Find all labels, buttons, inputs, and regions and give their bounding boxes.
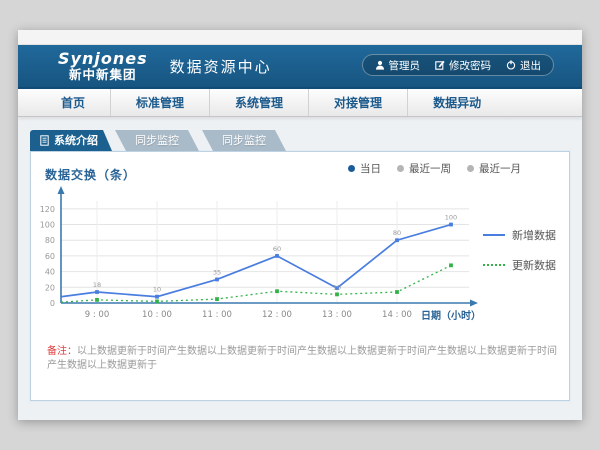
filter-last-month-label: 最近一月 bbox=[479, 161, 521, 176]
change-password-label: 修改密码 bbox=[449, 58, 491, 73]
svg-text:80: 80 bbox=[393, 229, 401, 237]
svg-text:10 : 00: 10 : 00 bbox=[142, 310, 172, 320]
legend-label-update-data: 更新数据 bbox=[512, 257, 556, 273]
user-menu-admin-label: 管理员 bbox=[389, 58, 421, 73]
svg-text:100: 100 bbox=[40, 221, 55, 230]
footnote-text: 以上数据更新于时间产生数据以上数据更新于时间产生数据以上数据更新于时间产生数据以… bbox=[47, 346, 557, 371]
page-title: 数据资源中心 bbox=[170, 56, 272, 77]
document-icon bbox=[40, 135, 49, 146]
svg-text:14 : 00: 14 : 00 bbox=[382, 310, 412, 320]
radio-dot bbox=[467, 165, 474, 172]
tab-system-intro-label: 系统介绍 bbox=[54, 130, 98, 151]
nav-item-standard-mgmt[interactable]: 标准管理 bbox=[111, 89, 210, 116]
content-area: 系统介绍 同步监控 同步监控 当日 最近一周 最近一月 数据交换 bbox=[18, 117, 582, 401]
user-menu-admin[interactable]: 管理员 bbox=[375, 58, 421, 73]
user-icon bbox=[375, 60, 385, 70]
filter-last-week[interactable]: 最近一周 bbox=[397, 161, 451, 176]
logo-subtext: 新中新集团 bbox=[58, 69, 148, 82]
svg-text:9 : 00: 9 : 00 bbox=[85, 310, 110, 320]
svg-text:日期（小时）: 日期（小时） bbox=[421, 309, 481, 322]
page-top-strip bbox=[18, 30, 582, 45]
legend-item-new-data[interactable]: 新增数据 bbox=[483, 227, 569, 243]
chart-area: 0 20 40 60 80 100 120 9 : 00 10 : 00 11 : 00 12 : … bbox=[31, 183, 569, 335]
nav-item-interface-mgmt[interactable]: 对接管理 bbox=[309, 89, 408, 116]
footnote: 备注：以上数据更新于时间产生数据以上数据更新于时间产生数据以上数据更新于时间产生… bbox=[47, 345, 559, 373]
filter-today-label: 当日 bbox=[360, 161, 381, 176]
filter-last-week-label: 最近一周 bbox=[409, 161, 451, 176]
user-menu: 管理员 修改密码 退出 bbox=[362, 54, 555, 76]
svg-text:60: 60 bbox=[273, 245, 281, 253]
tab-bar: 系统介绍 同步监控 同步监控 bbox=[30, 130, 582, 151]
svg-text:35: 35 bbox=[213, 268, 221, 276]
legend-item-update-data[interactable]: 更新数据 bbox=[483, 257, 569, 273]
radio-dot-selected bbox=[348, 165, 355, 172]
svg-text:13 : 00: 13 : 00 bbox=[322, 310, 352, 320]
app-window: Synjones 新中新集团 数据资源中心 管理员 修改密码 退出 首页 标准管… bbox=[18, 30, 582, 420]
svg-text:10: 10 bbox=[153, 286, 161, 294]
legend-label-new-data: 新增数据 bbox=[512, 227, 556, 243]
nav-item-system-mgmt[interactable]: 系统管理 bbox=[210, 89, 309, 116]
legend-line-solid bbox=[483, 234, 505, 236]
app-header: Synjones 新中新集团 数据资源中心 管理员 修改密码 退出 bbox=[18, 45, 582, 89]
svg-text:11 : 00: 11 : 00 bbox=[202, 310, 232, 320]
chart-legend: 新增数据 更新数据 bbox=[483, 183, 569, 335]
tab-sync-monitor-1[interactable]: 同步监控 bbox=[115, 130, 199, 151]
change-password-button[interactable]: 修改密码 bbox=[435, 58, 491, 73]
nav-item-home[interactable]: 首页 bbox=[36, 89, 111, 116]
edit-icon bbox=[435, 60, 445, 70]
power-icon bbox=[506, 60, 516, 70]
legend-line-dotted bbox=[483, 264, 505, 266]
radio-dot bbox=[397, 165, 404, 172]
svg-text:60: 60 bbox=[45, 252, 55, 261]
svg-text:20: 20 bbox=[45, 283, 55, 292]
svg-text:10: 10 bbox=[333, 283, 341, 291]
time-range-filters: 当日 最近一周 最近一月 bbox=[348, 161, 521, 176]
tab-system-intro[interactable]: 系统介绍 bbox=[30, 130, 112, 151]
filter-today[interactable]: 当日 bbox=[348, 161, 381, 176]
svg-text:120: 120 bbox=[40, 205, 55, 214]
synjones-logo: Synjones 新中新集团 bbox=[58, 51, 148, 82]
logout-button[interactable]: 退出 bbox=[506, 58, 541, 73]
logout-label: 退出 bbox=[520, 58, 541, 73]
svg-text:40: 40 bbox=[45, 268, 55, 277]
chart-panel: 当日 最近一周 最近一月 数据交换（条） 0204060801001209 : … bbox=[30, 151, 570, 401]
nav-item-data-change[interactable]: 数据异动 bbox=[408, 89, 506, 116]
svg-text:12 : 00: 12 : 00 bbox=[262, 310, 292, 320]
main-nav: 首页 标准管理 系统管理 对接管理 数据异动 bbox=[18, 89, 582, 117]
svg-text:0: 0 bbox=[50, 299, 55, 308]
tab-sync-monitor-2[interactable]: 同步监控 bbox=[202, 130, 286, 151]
logo-text: Synjones bbox=[58, 51, 148, 67]
footnote-label: 备注： bbox=[47, 346, 77, 357]
filter-last-month[interactable]: 最近一月 bbox=[467, 161, 521, 176]
line-chart: 0 20 40 60 80 100 120 9 : 00 10 : 00 11 : 00 12 : … bbox=[31, 183, 483, 335]
svg-text:18: 18 bbox=[93, 281, 101, 289]
svg-text:80: 80 bbox=[45, 236, 55, 245]
svg-text:100: 100 bbox=[445, 214, 457, 222]
